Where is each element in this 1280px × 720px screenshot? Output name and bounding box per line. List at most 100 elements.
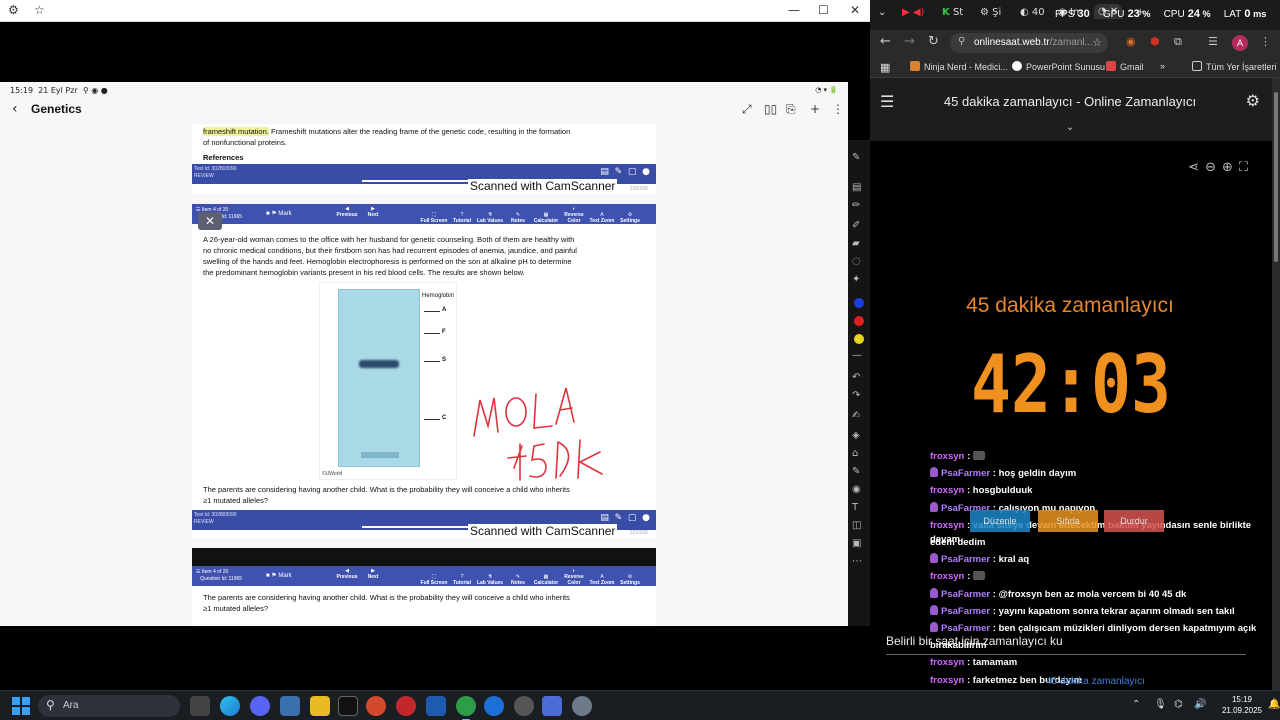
eraser-icon[interactable]: ▰ xyxy=(852,238,860,249)
chat-username[interactable]: PsaFarmer xyxy=(941,468,990,479)
share-icon[interactable]: ⋖ xyxy=(1188,160,1199,175)
tool-reverse-color[interactable]: ◐ Reverse Color xyxy=(560,206,588,224)
chat-username[interactable]: froxsyn xyxy=(930,485,964,496)
tool-full-screen[interactable]: ⛶ Full Screen xyxy=(420,574,448,586)
maximize-button[interactable]: ☐ xyxy=(818,3,829,17)
chat-username[interactable]: froxsyn xyxy=(930,657,964,668)
taskbar-search[interactable]: ⚲ Ara xyxy=(38,695,180,717)
stop-button[interactable]: Durdur xyxy=(1104,510,1164,532)
tab-settings[interactable]: ⚙ Şi xyxy=(980,7,1001,18)
mark-flag-2[interactable]: ■ ⚑ Mark xyxy=(266,572,292,579)
terminal-icon[interactable] xyxy=(338,696,358,716)
chat-username[interactable]: PsaFarmer xyxy=(941,606,990,617)
settings-gear-icon[interactable]: ⚙ xyxy=(1246,91,1260,110)
tool-text-zoom[interactable]: A Text Zoom xyxy=(588,212,616,224)
chat-username[interactable]: froxsyn xyxy=(930,675,964,686)
chrome-icon[interactable] xyxy=(366,696,386,716)
layers-icon[interactable]: ◫ xyxy=(852,520,861,531)
tool-tutorial[interactable]: ? Tutorial xyxy=(448,574,476,586)
next-button[interactable]: ▶ Next xyxy=(360,568,386,580)
bookmark-star-icon[interactable]: ☆ xyxy=(1092,36,1102,49)
chat-username[interactable]: PsaFarmer xyxy=(941,589,990,600)
tray-chevron-icon[interactable]: ⌃ xyxy=(1132,699,1140,710)
highlighter-icon[interactable]: ✍ xyxy=(852,410,860,421)
more-icon[interactable]: ⋮ xyxy=(832,102,844,116)
forward-button[interactable]: → xyxy=(904,34,915,49)
bookmarks-overflow[interactable]: » xyxy=(1160,61,1165,71)
tool-full-screen[interactable]: ⛶ Full Screen xyxy=(420,212,448,224)
tab-youtube[interactable]: ▶ ◀) xyxy=(902,7,924,18)
tool-calculator[interactable]: ▦ Calculator xyxy=(532,212,560,224)
close-icon[interactable]: ✕ xyxy=(198,212,222,230)
color-yellow[interactable] xyxy=(854,334,864,344)
tab-list-icon[interactable]: ⌄ xyxy=(878,7,886,18)
chat-username[interactable]: froxsyn xyxy=(930,571,964,582)
chat-username[interactable]: PsaFarmer xyxy=(941,623,990,634)
task-view-icon[interactable] xyxy=(190,696,210,716)
fullscreen-icon[interactable]: ⛶ xyxy=(1239,160,1248,175)
reading-list-icon[interactable]: ☰ xyxy=(1208,35,1218,48)
taskbar-clock[interactable]: 15:19 21.09.2025 xyxy=(1218,694,1266,716)
network-icon[interactable]: ⌬ xyxy=(1174,699,1183,710)
tool-lab-values[interactable]: ⚗ Lab Values xyxy=(476,212,504,224)
firefox-icon[interactable] xyxy=(484,696,504,716)
tool-reverse-color[interactable]: ◐ Reverse Color xyxy=(560,568,588,586)
edit-button[interactable]: Düzenle xyxy=(970,510,1030,532)
image-icon[interactable]: ▣ xyxy=(852,538,861,549)
settings-app-icon[interactable] xyxy=(280,696,300,716)
previous-button[interactable]: ◀ Previous xyxy=(334,206,360,218)
star-icon[interactable]: ☆ xyxy=(34,3,45,17)
tab-timer-40[interactable]: ◐ 40 xyxy=(1020,7,1045,18)
tool-notes[interactable]: ✎ Notes xyxy=(504,574,532,586)
address-bar[interactable]: ⚲ onlinesaat.web.tr/zamanl... ☆ xyxy=(950,33,1108,53)
line-width-icon[interactable]: — xyxy=(852,350,862,361)
chat-username[interactable]: froxsyn xyxy=(930,520,964,531)
menu-icon[interactable]: ⋮ xyxy=(1260,35,1271,48)
fill-icon[interactable]: ◈ xyxy=(852,430,860,441)
edge-icon[interactable] xyxy=(220,696,240,716)
undo-icon[interactable]: ↶ xyxy=(852,372,860,383)
zoom-in-icon[interactable]: ⊕ xyxy=(1222,160,1233,175)
discord-icon[interactable] xyxy=(250,696,270,716)
tool-text-zoom[interactable]: A Text Zoom xyxy=(588,574,616,586)
profile-avatar[interactable]: A xyxy=(1232,35,1248,51)
bookmark-powerpoint[interactable]: PowerPoint Sunusu xyxy=(1012,61,1105,72)
previous-button[interactable]: ◀ Previous xyxy=(334,568,360,580)
bookmark-all[interactable]: Tüm Yer İşaretleri xyxy=(1192,61,1277,72)
store-icon[interactable] xyxy=(426,696,446,716)
share-icon[interactable]: ⎘ xyxy=(786,102,796,117)
zoom-out-icon[interactable]: ⊖ xyxy=(1205,160,1216,175)
tool-settings[interactable]: ⚙ Settings xyxy=(616,574,644,586)
more-tools-icon[interactable]: ⋯ xyxy=(852,556,862,567)
brush-icon[interactable]: ✎ xyxy=(852,466,860,477)
notification-icon[interactable]: 🔔 xyxy=(1268,699,1280,710)
tab-stake[interactable]: K St xyxy=(942,7,963,18)
redo-icon[interactable]: ↷ xyxy=(852,390,860,401)
chat-username[interactable]: froxsyn xyxy=(930,451,964,462)
expand-icon[interactable]: ⤢ xyxy=(742,102,752,117)
gear-icon[interactable]: ⚙ xyxy=(8,3,19,17)
next-button[interactable]: ▶ Next xyxy=(360,206,386,218)
mic-icon[interactable]: 🎙 xyxy=(1154,699,1167,710)
book-icon[interactable]: ▯▯ xyxy=(764,102,777,116)
start-button[interactable] xyxy=(12,697,30,715)
chat-username[interactable]: PsaFarmer xyxy=(941,554,990,565)
stamp-icon[interactable]: ⌂ xyxy=(852,448,858,459)
chevron-down-icon[interactable]: ⌄ xyxy=(870,122,1270,133)
app-icon-12[interactable] xyxy=(514,696,534,716)
tool-calculator[interactable]: ▦ Calculator xyxy=(532,574,560,586)
tool-tutorial[interactable]: ? Tutorial xyxy=(448,212,476,224)
reload-button[interactable]: ↻ xyxy=(928,34,939,49)
doc-icon[interactable]: ▤ xyxy=(852,182,861,193)
hint-link[interactable]: 45 dakika zamanlayıcı xyxy=(1046,676,1145,687)
volume-icon[interactable]: 🔊 xyxy=(1194,699,1206,710)
mark-flag[interactable]: ■ ⚑ Mark xyxy=(266,210,292,217)
back-button[interactable]: ← xyxy=(880,34,891,49)
chrome-active-icon[interactable] xyxy=(456,696,476,720)
extension-icon-1[interactable]: ◉ xyxy=(1126,35,1136,48)
opera-icon[interactable] xyxy=(396,696,416,716)
add-icon[interactable]: + xyxy=(810,102,820,116)
extensions-icon[interactable]: ⧉ xyxy=(1174,35,1182,49)
tool-settings[interactable]: ⚙ Settings xyxy=(616,212,644,224)
apps-icon[interactable]: ▦ xyxy=(880,61,890,74)
